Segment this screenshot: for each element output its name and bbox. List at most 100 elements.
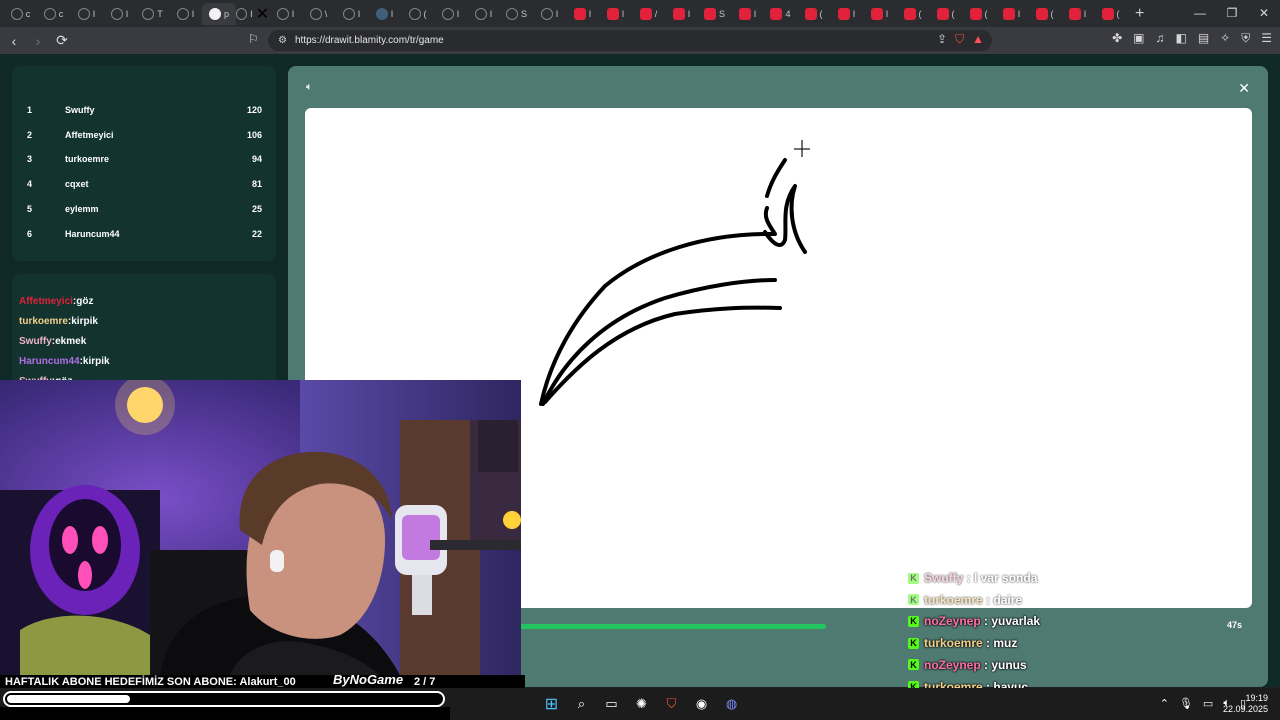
windows-start-icon[interactable]: ⊞ (543, 695, 560, 713)
browser-tab[interactable]: T (136, 3, 169, 25)
browser-tab[interactable]: ( (1094, 3, 1127, 25)
maximize-button[interactable]: ❐ (1216, 0, 1248, 27)
close-game-button[interactable]: ✕ (1238, 80, 1250, 97)
chat-username[interactable]: turkoemre (19, 316, 68, 327)
browser-tab[interactable]: I (995, 3, 1028, 25)
brave-shields-icon[interactable]: ⛉ (955, 32, 964, 47)
browser-tab[interactable]: S (698, 3, 731, 25)
browser-tab[interactable]: I (533, 3, 566, 25)
browser-tab[interactable]: ( (401, 3, 434, 25)
microphone-icon[interactable]: 🎙︎ (1179, 697, 1193, 710)
browser-tab[interactable]: I (335, 3, 368, 25)
kick-badge-icon: K (908, 615, 919, 627)
tab-favicon-icon (176, 7, 189, 20)
browser-tab[interactable]: I (434, 3, 467, 25)
address-bar[interactable]: ⚙ https://drawit.blamity.com/tr/game ⇪ ⛉… (268, 30, 992, 51)
extensions-icon[interactable]: ✤ (1112, 31, 1122, 46)
stroke-top-tick (765, 158, 787, 198)
system-clock[interactable]: 19:19 22.09.2025 (1223, 693, 1268, 715)
reload-icon[interactable]: ⟳ (52, 32, 72, 49)
browser-tab-strip: c c I I T Ip I ✕ I \ I I(I I S I I I / I S I 4(I I(((I(I(+ — ❐… (0, 0, 1280, 27)
tab-title: I (125, 8, 129, 19)
search-icon[interactable]: ⌕ (573, 695, 590, 712)
tab-favicon-icon (1068, 7, 1081, 20)
browser-tab[interactable]: I (70, 3, 103, 25)
overlay-chat-username: turkoemre (924, 592, 983, 607)
browser-tab[interactable]: c (4, 3, 37, 25)
chat-username[interactable]: Affetmeyici (19, 296, 73, 307)
chatgpt-icon[interactable]: ✺ (633, 695, 650, 712)
browser-tab[interactable]: / (632, 3, 665, 25)
bookmark-icon[interactable]: ⚐ (248, 32, 259, 46)
browser-tab[interactable]: I (566, 3, 599, 25)
vpn-icon[interactable]: ⛨ (1241, 31, 1250, 46)
tab-favicon-icon (672, 7, 685, 20)
leaderboard-name: Swuffy (65, 105, 95, 115)
tray-chevron-icon[interactable]: ⌃ (1160, 697, 1169, 710)
browser-tab[interactable]: I (731, 3, 764, 25)
taskbar-apps: ⊞ ⌕ ▭ ✺ ⛉ ◉ ◍ (543, 695, 740, 713)
browser-tab[interactable]: I (1061, 3, 1094, 25)
browser-tab[interactable]: I (599, 3, 632, 25)
browser-tab[interactable]: 4 (764, 3, 797, 25)
media-icon[interactable]: ♫ (1155, 31, 1164, 46)
browser-tab[interactable]: I (863, 3, 896, 25)
stroke-lower-curve (543, 305, 782, 404)
clock-time: 19:19 (1245, 693, 1268, 703)
kick-badge-icon: K (908, 659, 919, 671)
overlay-chat-username: Swuffy (924, 571, 964, 585)
browser-tab[interactable]: I (368, 3, 401, 25)
leaderboard-row: 2 Affetmeyici 106 (27, 125, 262, 145)
kick-badge-icon: K (908, 594, 919, 606)
site-settings-icon[interactable]: ⚙ (278, 35, 287, 46)
close-tab-icon[interactable]: ✕ (256, 4, 269, 24)
browser-tab[interactable]: ( (797, 3, 830, 25)
tab-favicon-icon (903, 7, 916, 20)
back-icon[interactable]: ‹ (4, 33, 24, 49)
chat-username[interactable]: Swuffy (19, 336, 52, 347)
browser-tab[interactable]: \ (302, 3, 335, 25)
new-tab-button[interactable]: + (1135, 5, 1144, 23)
network-icon[interactable]: ▭ (1203, 697, 1213, 710)
tab-favicon-icon (110, 7, 123, 20)
overlay-chat-separator: : (982, 592, 994, 607)
brave-browser-icon[interactable]: ⛉ (663, 695, 680, 712)
discord-icon[interactable]: ◍ (723, 695, 740, 712)
menu-icon[interactable]: ☰ (1261, 31, 1272, 46)
sound-icon[interactable]: 🔈︎ (306, 81, 313, 94)
forward-icon[interactable]: › (28, 33, 48, 49)
wallet-icon[interactable]: ▤ (1198, 31, 1209, 46)
leaderboard-name: Affetmeyici (65, 129, 114, 140)
leaderboard-score: 22 (251, 228, 262, 239)
chat-username[interactable]: Haruncum44 (19, 356, 80, 367)
browser-tab[interactable]: c (37, 3, 70, 25)
browser-tab[interactable]: ( (1028, 3, 1061, 25)
leaderboard-rank: 6 (27, 228, 33, 239)
obs-icon[interactable]: ◉ (693, 695, 710, 712)
chat-message: turkoemre:kirpik (19, 316, 98, 327)
tab-favicon-icon (540, 7, 553, 20)
tab-favicon-icon (804, 7, 817, 20)
brave-rewards-icon[interactable]: ▲ (972, 32, 984, 47)
browser-tab[interactable]: I (103, 3, 136, 25)
browser-tab[interactable]: ( (929, 3, 962, 25)
minimize-button[interactable]: — (1184, 0, 1216, 27)
browser-tab[interactable]: I (665, 3, 698, 25)
chat-message: Affetmeyici:göz (19, 296, 93, 307)
close-window-button[interactable]: ✕ (1248, 0, 1280, 27)
sidebar-icon[interactable]: ◧ (1175, 31, 1186, 46)
browser-tab[interactable]: ( (962, 3, 995, 25)
file-explorer-icon[interactable]: ▭ (603, 695, 620, 712)
browser-tab[interactable]: I (830, 3, 863, 25)
browser-tab[interactable]: I (269, 3, 302, 25)
browser-tab[interactable]: ( (896, 3, 929, 25)
leo-ai-icon[interactable]: ✧ (1220, 31, 1230, 46)
browser-tab[interactable]: I ✕ (236, 3, 269, 25)
browser-tab[interactable]: I (467, 3, 500, 25)
tab-title: S (718, 8, 725, 19)
browser-tab[interactable]: p (202, 2, 236, 25)
share-icon[interactable]: ⇪ (937, 32, 947, 47)
browser-tab[interactable]: I (169, 3, 202, 25)
tab-search-icon[interactable]: ▣ (1133, 31, 1144, 46)
browser-tab[interactable]: S (500, 3, 533, 25)
